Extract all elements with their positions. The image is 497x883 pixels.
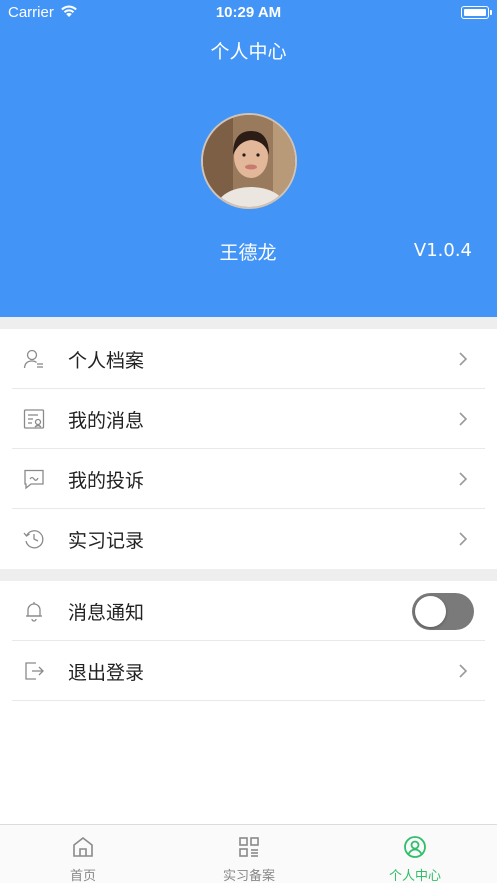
chevron-right-icon bbox=[459, 412, 468, 426]
menu-item-label: 消息通知 bbox=[68, 602, 145, 624]
menu-item-label: 实习记录 bbox=[68, 530, 145, 552]
message-doc-icon bbox=[23, 409, 45, 429]
user-name: 王德龙 bbox=[219, 242, 277, 264]
history-clock-icon bbox=[23, 530, 44, 549]
avatar-photo bbox=[203, 115, 295, 207]
home-icon bbox=[73, 836, 93, 857]
menu-item-label: 个人档案 bbox=[68, 350, 145, 372]
section-gap bbox=[0, 317, 497, 329]
menu-item-notifications: 消息通知 bbox=[0, 581, 497, 641]
tab-label: 首页 bbox=[69, 869, 96, 883]
qr-grid-icon bbox=[239, 837, 259, 857]
tab-label: 实习备案 bbox=[222, 869, 275, 883]
tab-internship-filing[interactable]: 实习备案 bbox=[166, 825, 332, 883]
battery-icon bbox=[461, 6, 492, 19]
divider bbox=[12, 700, 485, 701]
chevron-right-icon bbox=[459, 352, 468, 366]
chevron-right-icon bbox=[459, 472, 468, 486]
page-title: 个人中心 bbox=[210, 41, 287, 63]
chevron-right-icon bbox=[459, 532, 468, 546]
menu-item-complaints[interactable]: 我的投诉 bbox=[0, 449, 497, 509]
menu-item-label: 退出登录 bbox=[68, 662, 145, 684]
menu-item-logout[interactable]: 退出登录 bbox=[0, 641, 497, 701]
avatar[interactable] bbox=[201, 113, 297, 209]
tab-personal-center[interactable]: 个人中心 bbox=[332, 825, 497, 883]
user-circle-icon bbox=[404, 836, 426, 858]
bell-icon bbox=[26, 602, 42, 622]
logout-icon bbox=[25, 662, 44, 680]
profile-header: Carrier 10:29 AM 个人中心 王德龙 V1.0.4 bbox=[0, 0, 497, 317]
notification-toggle[interactable] bbox=[412, 593, 474, 630]
clock-label: 10:29 AM bbox=[215, 4, 282, 21]
tab-label: 个人中心 bbox=[388, 869, 441, 883]
complaint-chat-icon bbox=[24, 469, 44, 490]
bottom-tab-bar: 首页 实习备案 个人中心 bbox=[0, 824, 497, 883]
status-bar: Carrier 10:29 AM bbox=[0, 0, 497, 26]
tab-home[interactable]: 首页 bbox=[0, 825, 166, 883]
menu-item-messages[interactable]: 我的消息 bbox=[0, 389, 497, 449]
chevron-right-icon bbox=[459, 664, 468, 678]
menu-item-label: 我的投诉 bbox=[68, 470, 145, 492]
menu-item-label: 我的消息 bbox=[68, 410, 145, 432]
app-version: V1.0.4 bbox=[413, 240, 472, 261]
section-gap bbox=[0, 569, 497, 581]
menu-item-profile[interactable]: 个人档案 bbox=[0, 329, 497, 389]
toggle-knob bbox=[415, 596, 446, 627]
user-profile-icon bbox=[23, 349, 43, 369]
menu-item-internship-records[interactable]: 实习记录 bbox=[0, 509, 497, 569]
